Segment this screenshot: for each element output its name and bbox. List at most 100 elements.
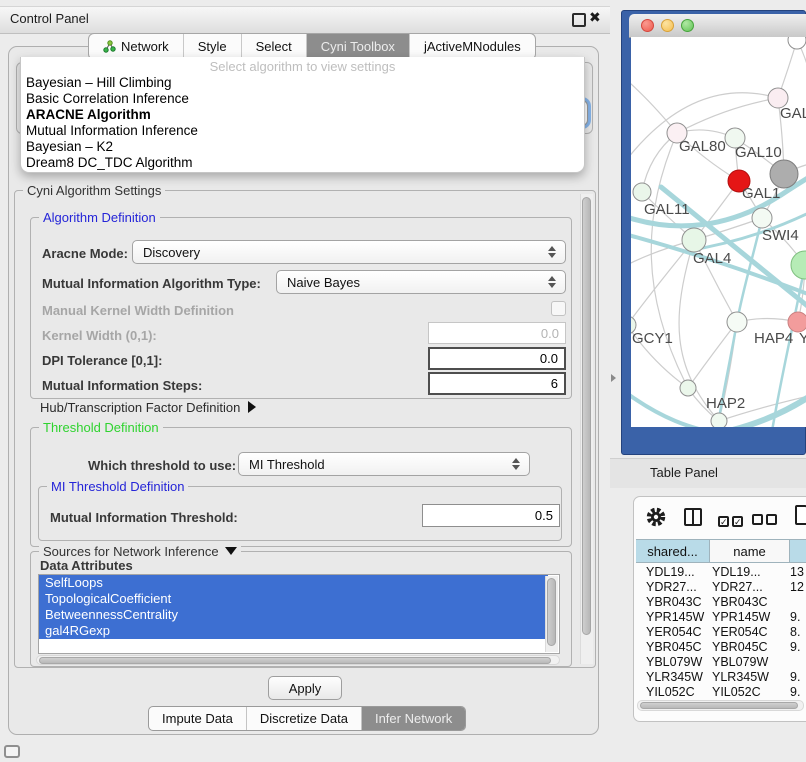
data-attributes-list: SelfLoopsTopologicalCoefficientBetweenne… xyxy=(38,574,560,654)
network-edge[interactable] xyxy=(651,133,688,388)
checked-box-icon: ✓ xyxy=(732,516,743,527)
table-row[interactable]: YPR145WYPR145W9. xyxy=(636,610,806,625)
list-scrollbar-thumb[interactable] xyxy=(547,578,556,646)
algorithm-menu-item[interactable]: Bayesian – K2 xyxy=(21,139,584,155)
sources-group-title[interactable]: Sources for Network Inference xyxy=(39,544,241,559)
attribute-list-item[interactable]: gal4RGexp xyxy=(39,623,548,639)
algorithm-menu-item[interactable]: Mutual Information Inference xyxy=(21,123,584,139)
tab-jactivemnodules[interactable]: jActiveMNodules xyxy=(409,34,535,59)
tab-network-label: Network xyxy=(121,39,169,54)
table-row[interactable]: YIL052CYIL052C9. xyxy=(636,685,806,699)
attribute-list-item[interactable]: BetweennessCentrality xyxy=(39,607,548,623)
network-node[interactable] xyxy=(633,183,651,201)
tab-style[interactable]: Style xyxy=(183,34,241,59)
float-window-icon[interactable] xyxy=(572,13,586,27)
table-cell: 9. xyxy=(790,670,806,685)
table-cell: YBR043C xyxy=(646,595,710,610)
zoom-window-icon[interactable] xyxy=(681,19,694,32)
table-horizontal-scrollbar[interactable] xyxy=(637,700,804,711)
mi-steps-field[interactable]: 6 xyxy=(428,372,566,395)
sources-hscrollbar-thumb[interactable] xyxy=(39,657,551,664)
table-column-header[interactable]: name xyxy=(710,539,790,563)
network-canvas[interactable]: GALGAL80GAL10GAL1GAL11SWI4GAL4GCY1HAP4YH… xyxy=(631,37,806,427)
file-icon[interactable] xyxy=(795,505,806,525)
close-window-icon[interactable] xyxy=(641,19,654,32)
table-row[interactable]: YBR045CYBR045C9. xyxy=(636,640,806,655)
algorithm-dropdown-menu: Select algorithm to view settings Bayesi… xyxy=(20,57,585,173)
tab-network[interactable]: Network xyxy=(89,34,183,59)
apply-button[interactable]: Apply xyxy=(268,676,342,700)
table-row[interactable]: YER054CYER054C8. xyxy=(636,625,806,640)
network-node[interactable] xyxy=(788,37,806,49)
deselect-all-icon[interactable] xyxy=(752,512,777,530)
network-edge[interactable] xyxy=(631,77,677,133)
control-panel-titlebar xyxy=(0,6,610,34)
table-column-header[interactable]: shared... xyxy=(636,539,710,563)
algorithm-menu-item[interactable]: Basic Correlation Inference xyxy=(21,91,584,107)
network-graph[interactable]: GALGAL80GAL10GAL1GAL11SWI4GAL4GCY1HAP4YH… xyxy=(631,37,806,427)
hub-section-toggle[interactable]: Hub/Transcription Factor Definition xyxy=(40,400,256,415)
algorithm-menu-item[interactable]: Bayesian – Hill Climbing xyxy=(21,75,584,91)
table-row[interactable]: YBR043CYBR043C xyxy=(636,595,806,610)
aracne-mode-combobox[interactable]: Discovery xyxy=(132,240,566,264)
stepper-arrows-icon xyxy=(548,245,556,259)
network-node[interactable] xyxy=(791,251,806,279)
manual-kernel-checkbox[interactable] xyxy=(551,301,566,316)
table-cell: YBR045C xyxy=(712,640,790,655)
table-column-header[interactable] xyxy=(790,539,806,563)
splitter-collapse-arrow[interactable] xyxy=(611,374,616,382)
list-vertical-scrollbar[interactable] xyxy=(545,576,558,652)
settings-group-title: Cyni Algorithm Settings xyxy=(23,183,165,198)
table-hscrollbar-thumb[interactable] xyxy=(640,702,798,709)
network-node-label: GAL10 xyxy=(735,144,782,161)
table-cell: YBL079W xyxy=(712,655,790,670)
algorithm-menu-item[interactable]: ARACNE Algorithm xyxy=(21,107,584,123)
table-row[interactable]: YDR27...YDR27...12 xyxy=(636,580,806,595)
column-layout-icon[interactable] xyxy=(684,508,702,526)
table-row[interactable]: YLR345WYLR345W9. xyxy=(636,670,806,685)
tab-cyni-toolbox[interactable]: Cyni Toolbox xyxy=(306,34,409,59)
settings-vertical-scrollbar[interactable] xyxy=(580,194,593,664)
table-cell: YDL19... xyxy=(646,565,710,580)
tab-select[interactable]: Select xyxy=(241,34,306,59)
which-threshold-combobox[interactable]: MI Threshold xyxy=(238,452,530,476)
minimize-window-icon[interactable] xyxy=(661,19,674,32)
dpi-tolerance-field[interactable]: 0.0 xyxy=(428,347,566,370)
network-node[interactable] xyxy=(788,312,806,332)
select-all-icon[interactable]: ✓✓ xyxy=(718,512,743,530)
tab-infer-network[interactable]: Infer Network xyxy=(361,707,465,730)
table-cell: YDL19... xyxy=(712,565,790,580)
table-row[interactable]: YDL19...YDL19...13 xyxy=(636,565,806,580)
sources-horizontal-scrollbar[interactable] xyxy=(36,655,560,665)
kernel-width-field[interactable]: 0.0 xyxy=(428,322,566,344)
manual-kernel-label: Manual Kernel Width Definition xyxy=(42,303,234,318)
network-node[interactable] xyxy=(711,413,727,427)
network-edge[interactable] xyxy=(677,98,778,133)
table-row[interactable]: YBL079WYBL079W xyxy=(636,655,806,670)
control-panel-title: Control Panel xyxy=(10,11,89,26)
docked-panel-icon[interactable] xyxy=(4,745,20,758)
network-node[interactable] xyxy=(680,380,696,396)
table-cell: YER054C xyxy=(646,625,710,640)
attribute-list-item[interactable]: TopologicalCoefficient xyxy=(39,591,548,607)
settings-scrollbar-thumb[interactable] xyxy=(582,197,591,635)
settings-gear-icon[interactable] xyxy=(645,506,667,528)
dropdown-prompt: Select algorithm to view settings xyxy=(21,57,584,75)
dropdown-items: Bayesian – Hill ClimbingBasic Correlatio… xyxy=(21,75,584,172)
network-node[interactable] xyxy=(682,228,706,252)
network-window-titlebar[interactable] xyxy=(629,14,806,38)
network-node[interactable] xyxy=(752,208,772,228)
checked-box-icon: ✓ xyxy=(718,516,729,527)
algorithm-menu-item[interactable]: Dream8 DC_TDC Algorithm xyxy=(21,155,584,171)
close-panel-icon[interactable]: ✖ xyxy=(589,9,601,26)
mi-threshold-field[interactable]: 0.5 xyxy=(422,504,560,527)
tab-discretize-data[interactable]: Discretize Data xyxy=(246,707,361,730)
network-node[interactable] xyxy=(770,160,798,188)
network-node[interactable] xyxy=(727,312,747,332)
attribute-list-item[interactable]: SelfLoops xyxy=(39,575,548,591)
cyni-bottom-tabs: Impute Data Discretize Data Infer Networ… xyxy=(148,706,466,731)
mi-type-combobox[interactable]: Naive Bayes xyxy=(276,270,566,294)
network-node-label: GAL xyxy=(780,105,806,122)
tab-impute-data[interactable]: Impute Data xyxy=(149,707,246,730)
network-node-label: HAP4 xyxy=(754,330,793,347)
